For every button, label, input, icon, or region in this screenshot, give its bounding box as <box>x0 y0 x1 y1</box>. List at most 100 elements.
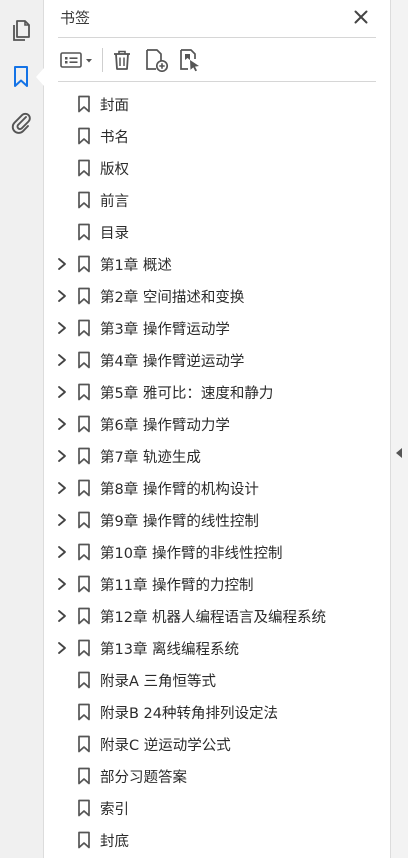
bookmark-icon <box>78 223 90 241</box>
bookmark-label: 部分习题答案 <box>100 770 187 786</box>
bookmark-icon <box>78 511 90 529</box>
chevron-right-icon[interactable] <box>56 289 68 303</box>
bookmark-label: 附录B 24种转角排列设定法 <box>100 706 279 722</box>
bookmark-item[interactable]: 附录A 三角恒等式 <box>44 664 390 696</box>
bookmark-item[interactable]: 书名 <box>44 120 390 152</box>
bookmark-label: 目录 <box>100 226 129 242</box>
bookmark-label: 封底 <box>100 834 129 850</box>
pages-button[interactable] <box>7 16 35 44</box>
bookmark-from-selection-button[interactable] <box>178 46 204 74</box>
bookmark-label: 第8章 操作臂的机构设计 <box>100 482 259 498</box>
bookmark-icon <box>14 66 28 87</box>
bookmark-icon <box>78 127 90 145</box>
chevron-right-icon[interactable] <box>56 353 68 367</box>
bookmark-item[interactable]: 第2章 空间描述和变换 <box>44 280 390 312</box>
bookmark-icon <box>78 415 90 433</box>
chevron-right-icon[interactable] <box>56 257 68 271</box>
bookmark-label: 第9章 操作臂的线性控制 <box>100 514 259 530</box>
bookmark-icon <box>78 159 90 177</box>
bookmark-label: 书名 <box>100 130 129 146</box>
chevron-right-icon[interactable] <box>56 449 68 463</box>
chevron-right-icon[interactable] <box>56 321 68 335</box>
chevron-right-icon[interactable] <box>56 385 68 399</box>
bookmark-item[interactable]: 附录B 24种转角排列设定法 <box>44 696 390 728</box>
options-menu-button[interactable] <box>58 46 98 74</box>
bookmark-label: 版权 <box>100 162 129 178</box>
bookmark-icon <box>78 767 90 785</box>
close-panel-button[interactable] <box>350 6 372 28</box>
bookmark-item[interactable]: 第6章 操作臂动力学 <box>44 408 390 440</box>
bookmark-icon <box>78 479 90 497</box>
bookmark-label: 第10章 操作臂的非线性控制 <box>100 546 283 562</box>
panel-collapse-gutter[interactable] <box>390 0 408 858</box>
chevron-right-icon[interactable] <box>56 513 68 527</box>
bookmark-icon <box>78 287 90 305</box>
bookmark-icon <box>78 575 90 593</box>
bookmark-label: 第5章 雅可比：速度和静力 <box>100 386 274 402</box>
close-icon <box>354 10 368 24</box>
bookmark-label: 第7章 轨迹生成 <box>100 450 201 466</box>
bookmark-icon <box>78 671 90 689</box>
bookmark-item[interactable]: 第3章 操作臂运动学 <box>44 312 390 344</box>
bookmark-label: 索引 <box>100 802 129 818</box>
bookmark-label: 第3章 操作臂运动学 <box>100 322 230 338</box>
bookmark-item[interactable]: 第12章 机器人编程语言及编程系统 <box>44 600 390 632</box>
bookmark-item[interactable]: 目录 <box>44 216 390 248</box>
chevron-right-icon[interactable] <box>56 481 68 495</box>
bookmark-icon <box>78 319 90 337</box>
chevron-right-icon[interactable] <box>56 641 68 655</box>
bookmark-icon <box>78 703 90 721</box>
bookmark-icon <box>78 607 90 625</box>
delete-bookmark-button[interactable] <box>110 46 134 74</box>
bookmark-label: 第1章 概述 <box>100 258 172 274</box>
bookmarks-button[interactable] <box>7 63 35 91</box>
bookmark-item[interactable]: 第10章 操作臂的非线性控制 <box>44 536 390 568</box>
bookmark-item[interactable]: 部分习题答案 <box>44 760 390 792</box>
header-divider <box>58 37 376 38</box>
bookmark-icon <box>78 447 90 465</box>
panel-header: 书签 <box>44 0 390 36</box>
bookmark-item[interactable]: 第4章 操作臂逆运动学 <box>44 344 390 376</box>
pages-icon <box>13 20 30 41</box>
bookmark-item[interactable]: 封底 <box>44 824 390 856</box>
bookmark-label: 第12章 机器人编程语言及编程系统 <box>100 610 327 626</box>
collapse-arrow-icon[interactable] <box>396 448 402 458</box>
chevron-right-icon[interactable] <box>56 609 68 623</box>
bookmark-item[interactable]: 第13章 离线编程系统 <box>44 632 390 664</box>
bookmark-item[interactable]: 版权 <box>44 152 390 184</box>
attachments-button[interactable] <box>7 108 35 136</box>
bookmark-item[interactable]: 第7章 轨迹生成 <box>44 440 390 472</box>
bookmark-label: 第6章 操作臂动力学 <box>100 418 230 434</box>
bookmark-label: 附录A 三角恒等式 <box>100 674 217 690</box>
bookmark-icon <box>78 383 90 401</box>
bookmark-icon <box>78 191 90 209</box>
bookmarks-toolbar <box>44 42 390 78</box>
new-bookmark-icon <box>146 49 169 72</box>
bookmark-item[interactable]: 第9章 操作臂的线性控制 <box>44 504 390 536</box>
bookmark-label: 第11章 操作臂的力控制 <box>100 578 254 594</box>
chevron-right-icon[interactable] <box>56 417 68 431</box>
bookmark-icon <box>78 351 90 369</box>
bookmark-item[interactable]: 第5章 雅可比：速度和静力 <box>44 376 390 408</box>
toolbar-separator <box>102 48 103 72</box>
chevron-right-icon[interactable] <box>56 577 68 591</box>
bookmark-label: 前言 <box>100 194 129 210</box>
bookmark-item[interactable]: 附录C 逆运动学公式 <box>44 728 390 760</box>
bookmark-from-selection-icon <box>180 49 199 72</box>
bookmark-icon <box>78 95 90 113</box>
bookmark-label: 第13章 离线编程系统 <box>100 642 240 658</box>
chevron-right-icon[interactable] <box>56 545 68 559</box>
bookmark-item[interactable]: 第11章 操作臂的力控制 <box>44 568 390 600</box>
bookmark-label: 第2章 空间描述和变换 <box>100 290 245 306</box>
options-menu-icon <box>60 52 92 68</box>
bookmarks-panel: 书签 封面 书名 版权 前言 目录 第1章 概述 第2章 空间描述和变换 第3章… <box>44 0 390 858</box>
bookmark-item[interactable]: 前言 <box>44 184 390 216</box>
panel-title: 书签 <box>60 9 91 27</box>
bookmark-item[interactable]: 索引 <box>44 792 390 824</box>
bookmark-item[interactable]: 第1章 概述 <box>44 248 390 280</box>
bookmark-item[interactable]: 封面 <box>44 88 390 120</box>
bookmark-icon <box>78 543 90 561</box>
bookmark-item[interactable]: 第8章 操作臂的机构设计 <box>44 472 390 504</box>
delete-icon <box>114 50 130 70</box>
new-bookmark-button[interactable] <box>144 46 170 74</box>
